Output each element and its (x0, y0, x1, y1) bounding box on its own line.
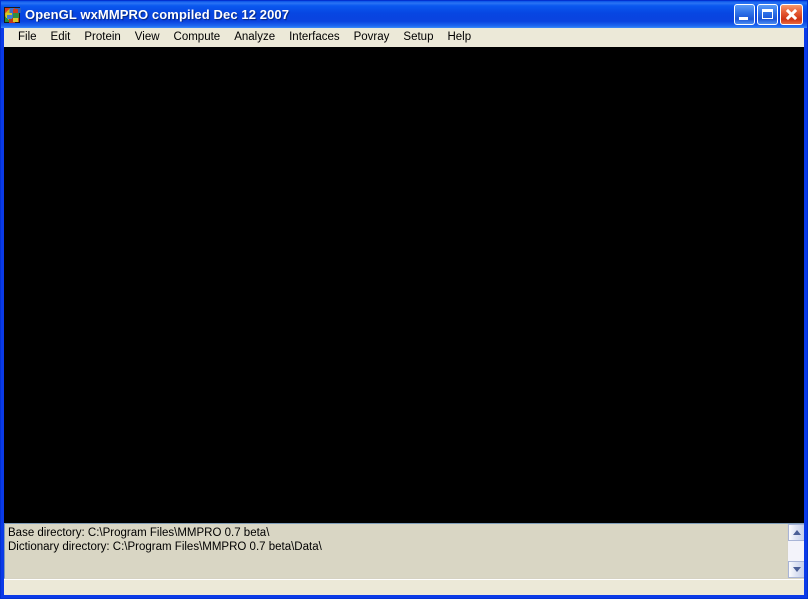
log-panel: Base directory: C:\Program Files\MMPRO 0… (4, 523, 804, 579)
menu-item-file[interactable]: File (11, 29, 44, 47)
menu-item-help[interactable]: Help (440, 29, 478, 47)
minimize-button[interactable] (734, 4, 755, 25)
opengl-canvas[interactable] (4, 47, 804, 523)
menu-item-compute[interactable]: Compute (167, 29, 228, 47)
window-title: OpenGL wxMMPRO compiled Dec 12 2007 (25, 7, 290, 22)
application-window: OpenGL wxMMPRO compiled Dec 12 2007 File… (0, 0, 808, 599)
menu-item-interfaces[interactable]: Interfaces (282, 29, 347, 47)
menu-bar: File Edit Protein View Compute Analyze I… (4, 28, 804, 47)
mosaic-blocks-icon (4, 6, 20, 23)
menu-item-setup[interactable]: Setup (396, 29, 440, 47)
menu-item-edit[interactable]: Edit (44, 29, 78, 47)
chevron-down-icon (792, 567, 801, 572)
chevron-up-icon (792, 530, 801, 535)
status-bar (4, 579, 804, 595)
title-bar[interactable]: OpenGL wxMMPRO compiled Dec 12 2007 (1, 1, 807, 28)
menu-item-analyze[interactable]: Analyze (227, 29, 282, 47)
log-line: Base directory: C:\Program Files\MMPRO 0… (8, 527, 270, 539)
close-button[interactable] (780, 4, 803, 25)
client-area: File Edit Protein View Compute Analyze I… (4, 28, 804, 595)
menu-item-view[interactable]: View (128, 29, 167, 47)
menu-item-protein[interactable]: Protein (77, 29, 127, 47)
log-scrollbar[interactable] (787, 524, 804, 578)
log-text-area[interactable]: Base directory: C:\Program Files\MMPRO 0… (5, 524, 787, 578)
scroll-up-button[interactable] (788, 524, 804, 541)
maximize-button[interactable] (757, 4, 778, 25)
log-line: Dictionary directory: C:\Program Files\M… (8, 541, 322, 553)
menu-item-povray[interactable]: Povray (347, 29, 397, 47)
scroll-down-button[interactable] (788, 561, 804, 578)
window-controls (734, 4, 805, 25)
scrollbar-track[interactable] (788, 541, 804, 561)
